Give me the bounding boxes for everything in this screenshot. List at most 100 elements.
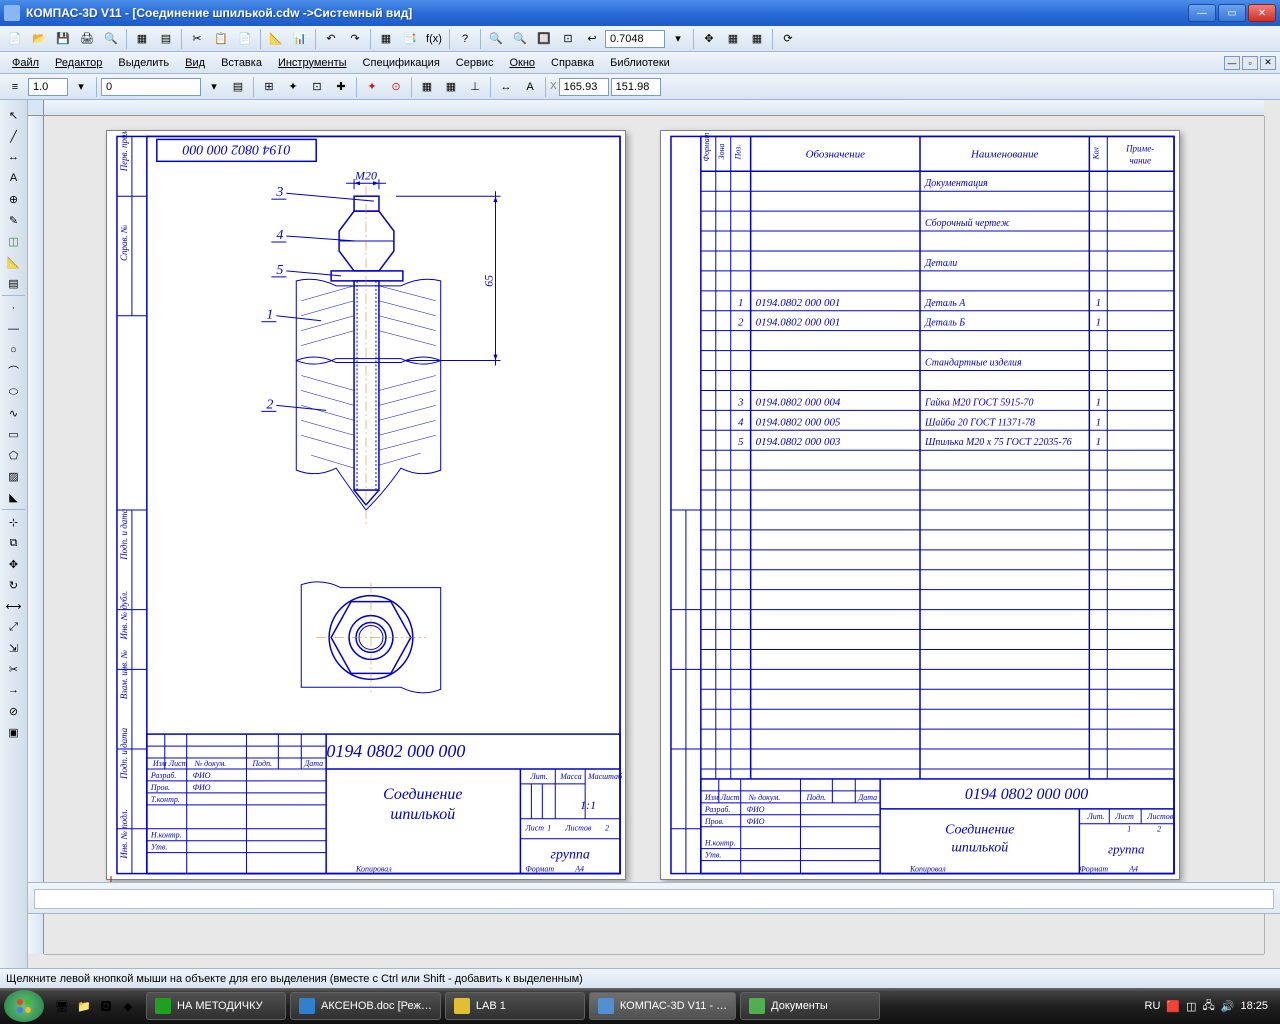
dim-style-button[interactable]: ↔ bbox=[495, 76, 517, 98]
view1-button[interactable]: ▦ bbox=[722, 28, 744, 50]
snap3-button[interactable]: ⊡ bbox=[306, 76, 328, 98]
arc-tool[interactable]: ⌒ bbox=[2, 361, 26, 381]
point-tool[interactable]: · bbox=[2, 298, 26, 318]
deform-tool[interactable]: ⇲ bbox=[2, 638, 26, 658]
spline-tool[interactable]: ∿ bbox=[2, 403, 26, 423]
menu-insert[interactable]: Вставка bbox=[213, 55, 270, 71]
coord-x-input[interactable] bbox=[559, 78, 609, 96]
rotate-tool[interactable]: ↻ bbox=[2, 575, 26, 595]
start-button[interactable] bbox=[4, 990, 44, 1022]
ruler-vertical[interactable] bbox=[28, 116, 44, 954]
zoom-fit-button[interactable]: ⊡ bbox=[557, 28, 579, 50]
menu-window[interactable]: Окно bbox=[501, 55, 543, 71]
menu-view[interactable]: Вид bbox=[177, 55, 213, 71]
ql-explorer[interactable]: 📁 bbox=[74, 992, 94, 1020]
zoom-prev-button[interactable]: ↩ bbox=[581, 28, 603, 50]
snap-endpoint[interactable]: ✦ bbox=[361, 76, 383, 98]
zoom-input[interactable] bbox=[605, 30, 665, 48]
taskbar-task[interactable]: Документы bbox=[740, 992, 880, 1020]
paste-button[interactable]: 📄 bbox=[234, 28, 256, 50]
cut-button[interactable]: ✂ bbox=[186, 28, 208, 50]
text-tool[interactable]: A bbox=[2, 168, 26, 188]
mirror-tool[interactable]: ⟷ bbox=[2, 596, 26, 616]
taskbar-task[interactable]: LAB 1 bbox=[445, 992, 585, 1020]
snap2-button[interactable]: ✦ bbox=[282, 76, 304, 98]
menu-service[interactable]: Сервис bbox=[448, 55, 502, 71]
rect-tool[interactable]: ▭ bbox=[2, 424, 26, 444]
zoom-menu-button[interactable]: ▾ bbox=[667, 28, 689, 50]
fx-button[interactable]: f(x) bbox=[423, 28, 445, 50]
view2-button[interactable]: ▦ bbox=[746, 28, 768, 50]
snap-midpoint[interactable]: ⊙ bbox=[385, 76, 407, 98]
taskbar-task[interactable]: АКСЕНОВ.doc [Реж… bbox=[290, 992, 441, 1020]
ruler-horizontal[interactable] bbox=[44, 100, 1264, 116]
mdi-min-button[interactable]: — bbox=[1224, 56, 1240, 70]
snap1-button[interactable]: ⊞ bbox=[258, 76, 280, 98]
tile-button[interactable]: ▦ bbox=[131, 28, 153, 50]
refresh-button[interactable]: ⟳ bbox=[777, 28, 799, 50]
menu-spec[interactable]: Спецификация bbox=[355, 55, 448, 71]
redo-button[interactable]: ↷ bbox=[344, 28, 366, 50]
canvas[interactable]: Инв. № подл. Подп. и дата Взам. инв. № И… bbox=[44, 116, 1264, 954]
command-input[interactable] bbox=[34, 889, 1274, 909]
taskbar-task[interactable]: КОМПАС-3D V11 - … bbox=[589, 992, 736, 1020]
menu-help[interactable]: Справка bbox=[543, 55, 602, 71]
ql-app2[interactable]: ◆ bbox=[118, 992, 138, 1020]
edit-tool[interactable]: ✎ bbox=[2, 210, 26, 230]
drawing-sheet-2[interactable]: Формат Зона Поз. Обозначение Наименовани… bbox=[660, 130, 1180, 880]
measure-tool[interactable]: 📐 bbox=[2, 252, 26, 272]
move-tool[interactable]: ✥ bbox=[2, 554, 26, 574]
preview-button[interactable]: 🔍 bbox=[100, 28, 122, 50]
text-style-button[interactable]: A bbox=[519, 76, 541, 98]
new-button[interactable]: 📄 bbox=[4, 28, 26, 50]
open-button[interactable]: 📂 bbox=[28, 28, 50, 50]
menu-file[interactable]: Файл bbox=[4, 55, 47, 71]
poly-tool[interactable]: ⬠ bbox=[2, 445, 26, 465]
ql-desktop[interactable]: 🖥 bbox=[52, 992, 72, 1020]
measure-button[interactable]: 📐 bbox=[265, 28, 287, 50]
mdi-close-button[interactable]: ✕ bbox=[1260, 56, 1276, 70]
taskbar-task[interactable]: НА МЕТОДИЧКУ bbox=[146, 992, 286, 1020]
tray-flag-icon[interactable]: 🟥 bbox=[1166, 1000, 1180, 1013]
extend-tool[interactable]: → bbox=[2, 680, 26, 700]
copy-button[interactable]: 📋 bbox=[210, 28, 232, 50]
copy-tool[interactable]: ⧉ bbox=[2, 533, 26, 553]
zoom-in-button[interactable]: 🔍 bbox=[485, 28, 507, 50]
zoom-out-button[interactable]: 🔍 bbox=[509, 28, 531, 50]
menu-tools[interactable]: Инструменты bbox=[270, 55, 355, 71]
menu-select[interactable]: Выделить bbox=[110, 55, 177, 71]
layer-button[interactable]: ≡ bbox=[4, 76, 26, 98]
zoom-window-button[interactable]: 🔲 bbox=[533, 28, 555, 50]
layer-input[interactable] bbox=[101, 78, 201, 96]
table-button[interactable]: ▦ bbox=[375, 28, 397, 50]
minimize-button[interactable]: — bbox=[1188, 4, 1216, 22]
param-tool[interactable]: ◫ bbox=[2, 231, 26, 251]
props-button[interactable]: 📊 bbox=[289, 28, 311, 50]
tray-clock[interactable]: 18:25 bbox=[1240, 1000, 1268, 1012]
tray-lang[interactable]: RU bbox=[1145, 1000, 1161, 1012]
print-button[interactable]: 🖨 bbox=[76, 28, 98, 50]
scale-tool[interactable]: ⤢ bbox=[2, 617, 26, 637]
ql-app1[interactable]: 🅾 bbox=[96, 992, 116, 1020]
dim-tool[interactable]: ↔ bbox=[2, 147, 26, 167]
spec-button[interactable]: 📑 bbox=[399, 28, 421, 50]
close-button[interactable]: ✕ bbox=[1248, 4, 1276, 22]
mdi-restore-button[interactable]: ▫ bbox=[1242, 56, 1258, 70]
snap4-button[interactable]: ✚ bbox=[330, 76, 352, 98]
select-tool[interactable]: ↖ bbox=[2, 105, 26, 125]
undo-button[interactable]: ↶ bbox=[320, 28, 342, 50]
chamfer-tool[interactable]: ◣ bbox=[2, 487, 26, 507]
break-tool[interactable]: ⊘ bbox=[2, 701, 26, 721]
tray-volume-icon[interactable]: 🔊 bbox=[1221, 1000, 1235, 1013]
lw-menu[interactable]: ▾ bbox=[70, 76, 92, 98]
trim-tool[interactable]: ✂ bbox=[2, 659, 26, 679]
layer-menu[interactable]: ▾ bbox=[203, 76, 225, 98]
spec-tool[interactable]: ▤ bbox=[2, 273, 26, 293]
ortho-button[interactable]: ⊥ bbox=[464, 76, 486, 98]
tile2-button[interactable]: ▤ bbox=[155, 28, 177, 50]
linewidth-input[interactable] bbox=[28, 78, 68, 96]
scrollbar-vertical[interactable] bbox=[1264, 116, 1280, 954]
aux-tool[interactable]: ⊹ bbox=[2, 512, 26, 532]
save-button[interactable]: 💾 bbox=[52, 28, 74, 50]
drawing-sheet-1[interactable]: Инв. № подл. Подп. и дата Взам. инв. № И… bbox=[106, 130, 626, 880]
